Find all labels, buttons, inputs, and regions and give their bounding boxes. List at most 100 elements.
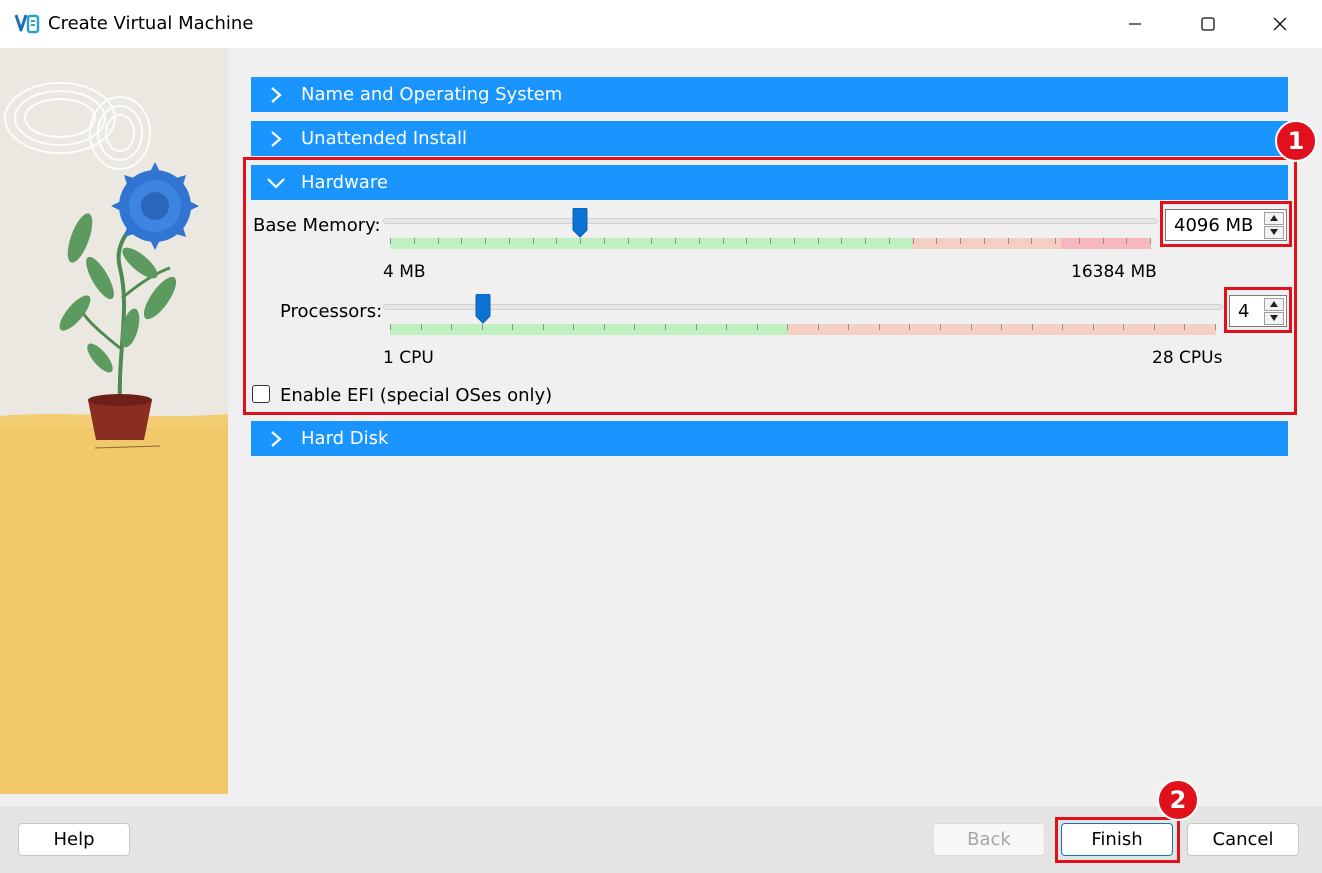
chevron-right-icon xyxy=(251,430,301,448)
slider-tick xyxy=(604,324,605,330)
chevron-down-icon xyxy=(251,176,301,190)
help-button[interactable]: Help xyxy=(18,823,130,856)
slider-tick xyxy=(509,238,510,244)
close-button[interactable] xyxy=(1249,4,1311,44)
slider-tick xyxy=(879,324,880,330)
minimize-icon xyxy=(1129,23,1141,25)
back-button[interactable]: Back xyxy=(933,823,1045,856)
slider-tick xyxy=(1008,238,1009,244)
slider-tick xyxy=(746,238,747,244)
slider-tick xyxy=(1001,324,1002,330)
slider-tick xyxy=(1154,324,1155,330)
slider-tick xyxy=(1032,324,1033,330)
slider-tick xyxy=(390,238,391,244)
slider-tick xyxy=(438,238,439,244)
section-title: Hardware xyxy=(301,172,388,193)
slider-tick xyxy=(651,238,652,244)
processors-decrement-button[interactable] xyxy=(1264,311,1284,325)
step-badge-2: 2 xyxy=(1157,779,1199,821)
memory-spinbox-value[interactable]: 4096 MB xyxy=(1166,215,1264,236)
slider-tick xyxy=(634,324,635,330)
memory-min-label: 4 MB xyxy=(383,262,426,282)
slider-tick xyxy=(848,324,849,330)
slider-tick xyxy=(818,238,819,244)
chevron-right-icon xyxy=(251,130,301,148)
slider-tick xyxy=(573,324,574,330)
enable-efi-label[interactable]: Enable EFI (special OSes only) xyxy=(280,385,552,406)
processors-slider-ticks xyxy=(390,324,1216,335)
slider-tick xyxy=(913,238,914,244)
slider-tick xyxy=(461,238,462,244)
slider-tick xyxy=(390,324,391,330)
slider-tick xyxy=(723,238,724,244)
slider-tick xyxy=(841,238,842,244)
processors-slider[interactable] xyxy=(383,304,1223,310)
memory-slider[interactable] xyxy=(383,218,1158,224)
section-header-name-and-os[interactable]: Name and Operating System xyxy=(251,77,1288,112)
arrow-up-icon xyxy=(1270,301,1278,307)
slider-tick xyxy=(960,238,961,244)
slider-tick xyxy=(889,238,890,244)
slider-tick xyxy=(675,238,676,244)
slider-tick xyxy=(533,238,534,244)
processors-spinbox[interactable]: 4 xyxy=(1229,295,1287,327)
arrow-down-icon xyxy=(1270,315,1278,321)
wizard-side-illustration xyxy=(0,48,228,794)
slider-tick xyxy=(1103,238,1104,244)
slider-tick xyxy=(909,324,910,330)
processors-slider-scale xyxy=(390,324,1216,335)
slider-tick xyxy=(940,324,941,330)
slider-tick xyxy=(580,238,581,244)
enable-efi-checkbox[interactable] xyxy=(252,385,270,403)
slider-tick xyxy=(512,324,513,330)
memory-slider-thumb[interactable] xyxy=(572,208,588,238)
processors-min-label: 1 CPU xyxy=(383,348,434,368)
processors-label: Processors: xyxy=(280,301,383,322)
maximize-button[interactable] xyxy=(1177,4,1239,44)
slider-tick xyxy=(1126,238,1127,244)
slider-tick xyxy=(1031,238,1032,244)
section-header-hardware[interactable]: Hardware xyxy=(251,165,1288,200)
section-title: Name and Operating System xyxy=(301,84,563,105)
slider-tick xyxy=(971,324,972,330)
memory-max-label: 16384 MB xyxy=(1071,262,1157,282)
window-title: Create Virtual Machine xyxy=(48,13,254,34)
slider-tick xyxy=(482,324,483,330)
slider-tick xyxy=(1215,324,1216,330)
slider-tick xyxy=(726,324,727,330)
memory-decrement-button[interactable] xyxy=(1264,225,1284,239)
slider-tick xyxy=(770,238,771,244)
slider-tick xyxy=(1184,324,1185,330)
slider-tick xyxy=(451,324,452,330)
slider-tick xyxy=(1093,324,1094,330)
cancel-button[interactable]: Cancel xyxy=(1187,823,1299,856)
slider-tick xyxy=(1055,238,1056,244)
step-badge-1: 1 xyxy=(1275,120,1317,162)
slider-tick xyxy=(818,324,819,330)
finish-button[interactable]: Finish xyxy=(1061,823,1173,856)
minimize-button[interactable] xyxy=(1104,4,1166,44)
memory-spinbox[interactable]: 4096 MB xyxy=(1165,209,1287,241)
slider-tick xyxy=(936,238,937,244)
slider-tick xyxy=(865,238,866,244)
slider-tick xyxy=(757,324,758,330)
slider-tick xyxy=(1079,238,1080,244)
memory-slider-ticks xyxy=(390,238,1151,249)
section-header-hard-disk[interactable]: Hard Disk xyxy=(251,421,1288,456)
slider-tick xyxy=(485,238,486,244)
slider-tick xyxy=(628,238,629,244)
processors-spinbox-value[interactable]: 4 xyxy=(1230,301,1264,322)
processors-slider-thumb[interactable] xyxy=(475,294,491,324)
slider-tick xyxy=(604,238,605,244)
section-title: Hard Disk xyxy=(301,428,389,449)
slider-tick xyxy=(543,324,544,330)
memory-increment-button[interactable] xyxy=(1264,211,1284,225)
processors-increment-button[interactable] xyxy=(1264,297,1284,311)
maximize-icon xyxy=(1201,17,1215,31)
section-header-unattended-install[interactable]: Unattended Install xyxy=(251,121,1288,156)
slider-tick xyxy=(787,324,788,330)
section-title: Unattended Install xyxy=(301,128,468,149)
slider-tick xyxy=(984,238,985,244)
slider-tick xyxy=(556,238,557,244)
slider-tick xyxy=(1123,324,1124,330)
